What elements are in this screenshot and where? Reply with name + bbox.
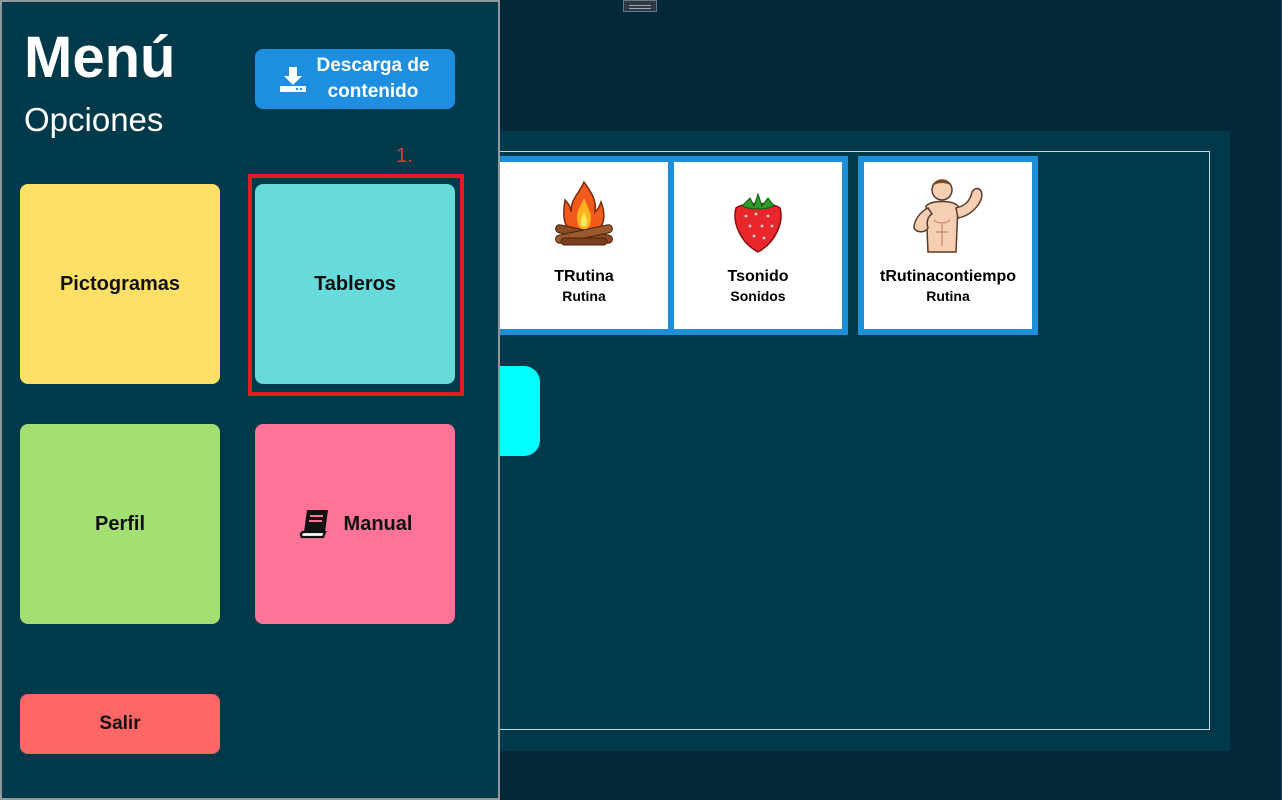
board-title: tRutinacontiempo <box>880 268 1016 285</box>
pictograms-button[interactable]: Pictogramas <box>20 184 220 384</box>
board-card[interactable]: tRutinacontiempo Rutina <box>858 156 1038 335</box>
download-icon <box>280 67 306 92</box>
strong-man-icon <box>913 179 983 253</box>
side-menu: Menú Opciones Descarga de contenido 1. P… <box>0 0 500 800</box>
drag-handle[interactable] <box>623 0 657 12</box>
highlight-annotation <box>248 174 464 396</box>
exit-button[interactable]: Salir <box>20 694 220 754</box>
manual-button[interactable]: Manual <box>255 424 455 624</box>
boards-panel: TRutina Rutina Tsonido Sonidos tRutinaco… <box>440 131 1230 751</box>
app-window: TRutina Rutina Tsonido Sonidos tRutinaco… <box>0 0 1282 800</box>
board-category: Sonidos <box>730 288 786 304</box>
exit-label: Salir <box>99 713 141 734</box>
profile-button[interactable]: Perfil <box>20 424 220 624</box>
board-category: Rutina <box>562 288 606 304</box>
download-content-button[interactable]: Descarga de contenido <box>255 49 455 109</box>
campfire-icon <box>555 180 613 246</box>
strawberry-icon <box>734 192 782 253</box>
download-label: Descarga de contenido <box>316 55 430 102</box>
menu-subtitle: Opciones <box>24 101 164 138</box>
board-title: Tsonido <box>727 268 789 285</box>
menu-title: Menú <box>24 25 176 90</box>
step-annotation: 1. <box>396 145 413 167</box>
profile-label: Perfil <box>94 512 146 535</box>
manual-label: Manual <box>343 512 413 535</box>
board-title: TRutina <box>554 268 614 285</box>
board-card[interactable]: Tsonido Sonidos <box>668 156 848 335</box>
board-category: Rutina <box>926 288 970 304</box>
pictograms-label: Pictogramas <box>59 272 181 295</box>
book-icon <box>299 510 328 539</box>
boards-grid: TRutina Rutina Tsonido Sonidos tRutinaco… <box>460 151 1210 730</box>
board-card[interactable]: TRutina Rutina <box>494 156 674 335</box>
